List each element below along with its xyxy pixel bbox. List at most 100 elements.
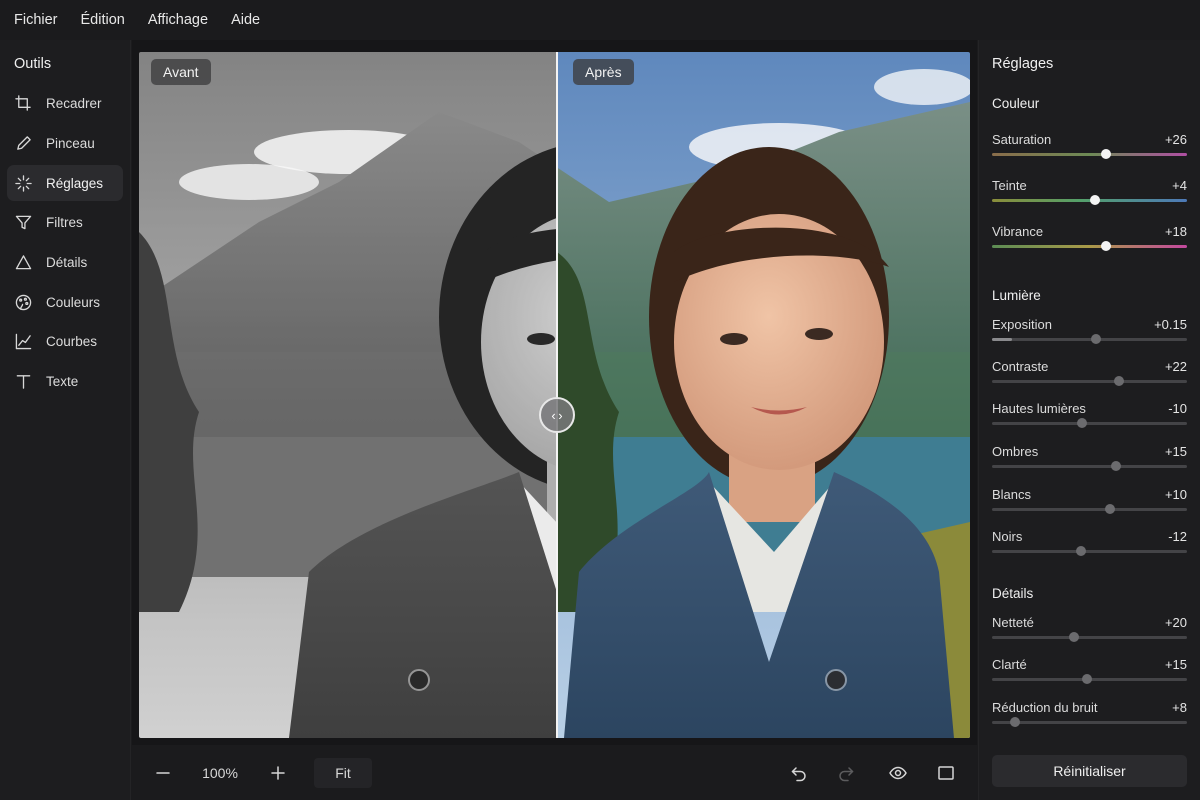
slider-label: Blancs xyxy=(992,487,1032,502)
slider-track[interactable] xyxy=(992,241,1187,251)
preview-toggle-button[interactable] xyxy=(887,758,909,788)
slider-track[interactable] xyxy=(992,674,1187,684)
tools-title: Outils xyxy=(14,56,52,72)
plus-icon xyxy=(271,766,285,780)
slider-value: -12 xyxy=(1168,529,1187,544)
text-icon xyxy=(14,372,32,390)
tool-pinceau[interactable]: Pinceau xyxy=(7,125,123,161)
menu-edition[interactable]: Édition xyxy=(81,12,125,28)
slider-label: Noirs xyxy=(992,529,1023,544)
tool-details[interactable]: Détails xyxy=(7,244,123,280)
zoom-in-button[interactable] xyxy=(267,758,289,788)
triangle-icon xyxy=(14,253,32,271)
slider-vibrance[interactable]: Vibrance +18 xyxy=(992,224,1187,258)
slider-blancs[interactable]: Blancs +10 xyxy=(992,487,1187,521)
fullscreen-button[interactable] xyxy=(935,758,957,788)
menu-affichage[interactable]: Affichage xyxy=(148,12,208,28)
slider-teinte[interactable]: Teinte +4 xyxy=(992,178,1187,212)
slider-knob[interactable] xyxy=(1076,418,1087,428)
slider-knob[interactable] xyxy=(1075,546,1086,556)
tool-texte[interactable]: Texte xyxy=(7,363,123,399)
slider-knob[interactable] xyxy=(1090,195,1101,205)
section-couleur: Couleur xyxy=(992,96,1040,111)
section-lumiere: Lumière xyxy=(992,288,1041,303)
slider-track[interactable] xyxy=(992,717,1187,727)
tool-recadrer[interactable]: Recadrer xyxy=(7,85,123,121)
fit-button[interactable]: Fit xyxy=(314,758,372,788)
slider-knob[interactable] xyxy=(1101,241,1112,251)
undo-icon xyxy=(791,767,806,782)
slider-knob[interactable] xyxy=(1101,149,1112,159)
after-label: Après xyxy=(573,59,634,85)
slider-track[interactable] xyxy=(992,376,1187,386)
filter-icon xyxy=(14,213,32,231)
tool-courbes[interactable]: Courbes xyxy=(7,323,123,359)
chevrons-horizontal-icon: ‹ › xyxy=(551,407,563,423)
slider-value: +15 xyxy=(1164,657,1187,672)
slider-saturation[interactable]: Saturation +26 xyxy=(992,132,1187,166)
slider-label: Hautes lumières xyxy=(992,401,1086,416)
slider-exposition[interactable]: Exposition +0.15 xyxy=(992,317,1187,351)
after-image xyxy=(557,52,970,738)
slider-knob[interactable] xyxy=(1068,632,1079,642)
eye-icon xyxy=(889,766,907,780)
before-label: Avant xyxy=(151,59,211,85)
slider-label: Teinte xyxy=(992,178,1027,193)
undo-button[interactable] xyxy=(788,758,810,788)
slider-label: Netteté xyxy=(992,615,1034,630)
slider-track[interactable] xyxy=(992,546,1187,556)
slider-hautes-lumieres[interactable]: Hautes lumières -10 xyxy=(992,401,1187,435)
tool-label: Courbes xyxy=(46,333,98,349)
tool-label: Détails xyxy=(46,254,88,270)
slider-track[interactable] xyxy=(992,195,1187,205)
slider-knob[interactable] xyxy=(1091,334,1102,344)
slider-track[interactable] xyxy=(992,504,1187,514)
redo-button[interactable] xyxy=(835,758,857,788)
slider-knob[interactable] xyxy=(1010,717,1021,727)
slider-track[interactable] xyxy=(992,149,1187,159)
section-details: Détails xyxy=(992,586,1034,601)
slider-track[interactable] xyxy=(992,418,1187,428)
menu-aide[interactable]: Aide xyxy=(231,12,260,28)
slider-noirs[interactable]: Noirs -12 xyxy=(992,529,1187,563)
split-divider[interactable] xyxy=(556,52,558,738)
reset-button[interactable]: Réinitialiser xyxy=(992,755,1187,787)
slider-clarte[interactable]: Clarté +15 xyxy=(992,657,1187,691)
crop-icon xyxy=(14,94,32,112)
split-handle[interactable]: ‹ › xyxy=(539,397,575,433)
before-image xyxy=(139,52,557,738)
slider-value: +15 xyxy=(1164,444,1187,459)
slider-label: Exposition xyxy=(992,317,1052,332)
slider-value: +26 xyxy=(1164,132,1187,147)
bottom-toolbar: 100% Fit xyxy=(132,745,977,800)
slider-track[interactable] xyxy=(992,632,1187,642)
slider-knob[interactable] xyxy=(1081,674,1092,684)
slider-label: Réduction du bruit xyxy=(992,700,1098,715)
adjustments-panel: Réglages Couleur Saturation +26 Teinte +… xyxy=(978,40,1200,800)
slider-knob[interactable] xyxy=(1104,504,1115,514)
comparison-view[interactable]: Avant Après ‹ › xyxy=(139,52,970,738)
slider-contraste[interactable]: Contraste +22 xyxy=(992,359,1187,393)
zoom-out-button[interactable] xyxy=(152,758,174,788)
slider-track[interactable] xyxy=(992,461,1187,471)
brush-icon xyxy=(14,134,32,152)
slider-value: +8 xyxy=(1172,700,1187,715)
slider-knob[interactable] xyxy=(1113,376,1124,386)
slider-track[interactable] xyxy=(992,334,1187,344)
tool-reglages[interactable]: Réglages xyxy=(7,165,123,201)
slider-ombres[interactable]: Ombres +15 xyxy=(992,444,1187,478)
tool-label: Pinceau xyxy=(46,135,95,151)
slider-nettete[interactable]: Netteté +20 xyxy=(992,615,1187,649)
tool-couleurs[interactable]: Couleurs xyxy=(7,284,123,320)
slider-value: +18 xyxy=(1164,224,1187,239)
tool-label: Texte xyxy=(46,373,79,389)
portrait-photo-before xyxy=(139,52,557,738)
tool-label: Filtres xyxy=(46,214,83,230)
tool-filtres[interactable]: Filtres xyxy=(7,204,123,240)
menu-bar: Fichier Édition Affichage Aide xyxy=(0,0,1200,40)
redo-icon xyxy=(839,767,854,782)
slider-knob[interactable] xyxy=(1110,461,1121,471)
menu-fichier[interactable]: Fichier xyxy=(14,12,58,28)
slider-reduction-bruit[interactable]: Réduction du bruit +8 xyxy=(992,700,1187,734)
slider-label: Ombres xyxy=(992,444,1039,459)
